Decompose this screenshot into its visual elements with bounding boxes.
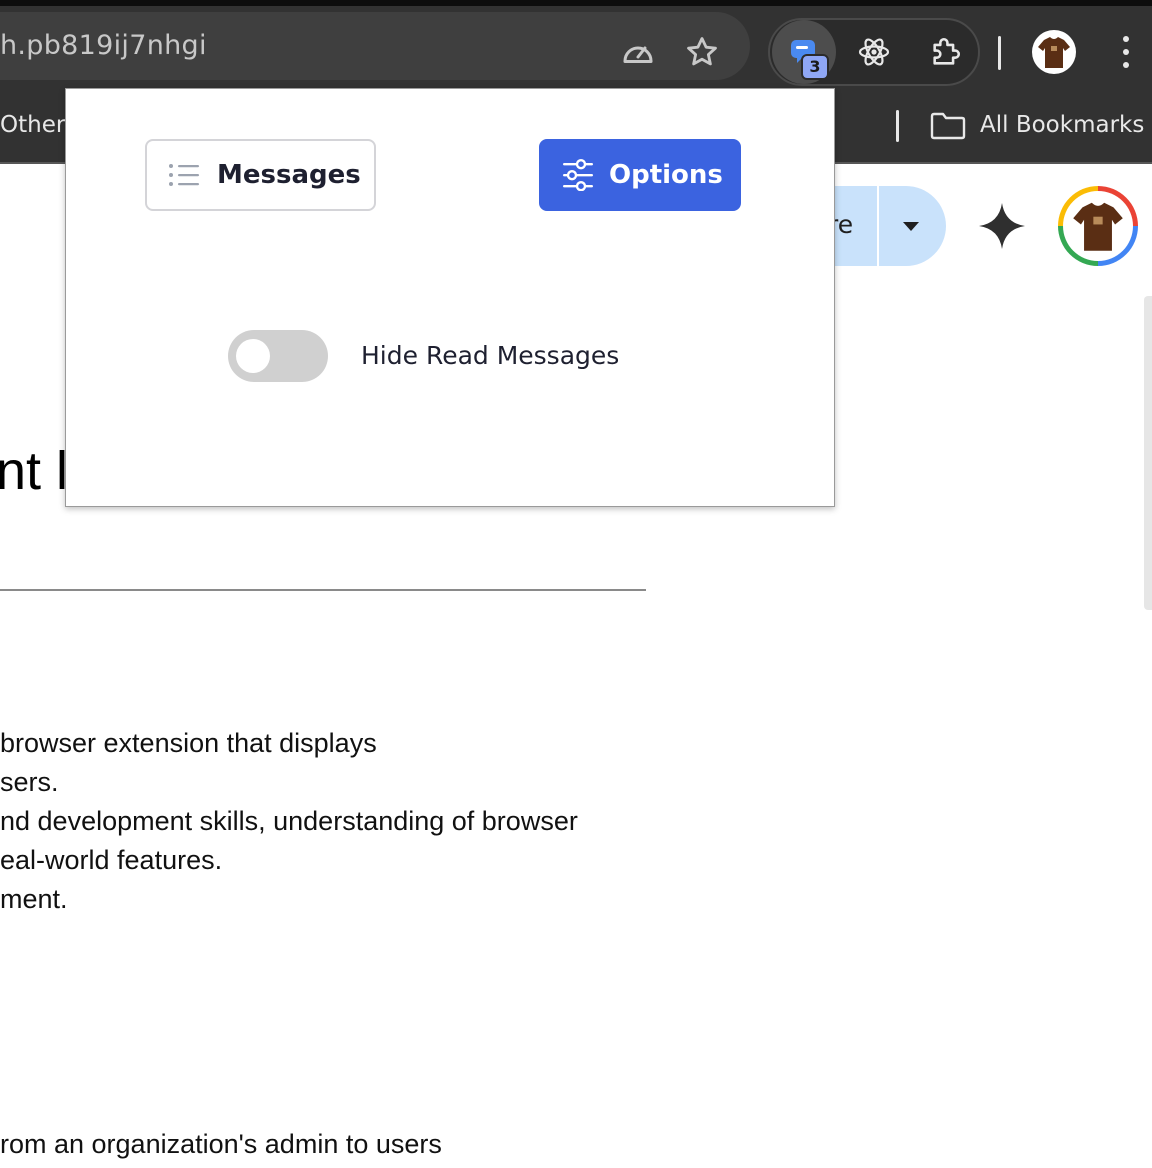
sliders-icon	[563, 159, 593, 191]
folder-icon[interactable]	[930, 112, 966, 145]
list-icon	[169, 164, 199, 186]
heading-rule	[0, 589, 646, 591]
extension-popup: Messages Options Hide Read Messages	[65, 88, 835, 507]
tab-messages[interactable]: Messages	[145, 139, 376, 211]
react-icon	[858, 38, 890, 66]
react-devtools-button[interactable]	[842, 20, 906, 84]
hide-read-label: Hide Read Messages	[361, 341, 620, 370]
document-heading: nt l	[0, 441, 69, 501]
toggle-knob	[236, 339, 270, 373]
extension-badge: 3	[801, 54, 829, 80]
star-icon[interactable]	[684, 34, 720, 70]
speedometer-icon[interactable]	[620, 34, 656, 70]
all-bookmarks-link[interactable]: All Bookmarks	[980, 112, 1144, 138]
puzzle-icon	[933, 37, 961, 65]
document-line: ment.	[0, 884, 68, 914]
page-scrollbar[interactable]	[1144, 296, 1152, 610]
tshirt-avatar-icon	[1073, 202, 1123, 251]
tab-options-label: Options	[609, 160, 723, 190]
bookmarks-separator	[896, 110, 899, 142]
profile-avatar[interactable]	[1032, 30, 1076, 74]
document-line: rom an organization's admin to users	[0, 1129, 442, 1159]
document-line: browser extension that displays	[0, 728, 377, 758]
extensions-menu-button[interactable]	[914, 20, 978, 84]
account-avatar[interactable]	[1058, 186, 1138, 266]
kebab-menu-icon[interactable]	[1110, 34, 1142, 70]
tab-messages-label: Messages	[217, 160, 361, 190]
document-line: sers.	[0, 767, 59, 797]
tab-options[interactable]: Options	[539, 139, 741, 211]
tshirt-avatar-icon	[1038, 37, 1070, 68]
share-dropdown-icon[interactable]	[903, 222, 919, 231]
sparkle-icon[interactable]	[976, 200, 1028, 252]
url-text[interactable]: h.pb819ij7nhgi	[0, 30, 207, 61]
document-line: nd development skills, understanding of …	[0, 806, 578, 836]
hide-read-toggle[interactable]	[228, 330, 328, 382]
toolbar-separator	[998, 36, 1001, 70]
document-line: eal-world features.	[0, 845, 223, 875]
share-button-divider	[877, 186, 879, 266]
browser-window: h.pb819ij7nhgi 3 Others All Bookmarks re	[0, 0, 1152, 1168]
